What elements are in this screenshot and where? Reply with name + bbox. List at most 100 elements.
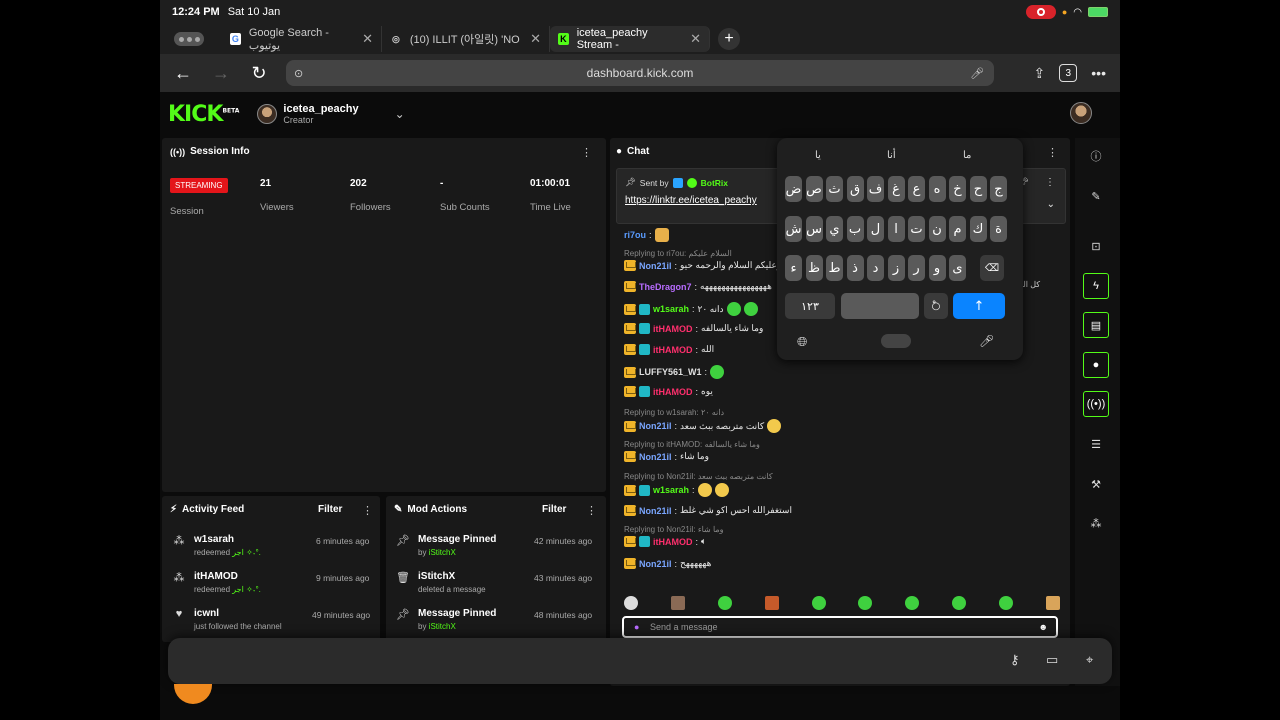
close-tab-icon[interactable]: ✕ — [530, 31, 541, 47]
pinned-link[interactable]: https://linktr.ee/icetea_peachy — [625, 195, 757, 206]
keyboard-key[interactable]: خ — [949, 176, 966, 202]
emoji-icon[interactable]: ☻ — [1039, 622, 1048, 632]
emote-icon[interactable] — [670, 596, 685, 610]
numbers-key[interactable]: ١٢٣ — [785, 293, 835, 319]
user-avatar[interactable] — [1070, 102, 1092, 124]
chat-username[interactable]: w1sarah — [653, 304, 689, 314]
keyboard-key[interactable]: م — [949, 216, 966, 242]
emote-icon[interactable] — [624, 596, 638, 610]
window-menu-button[interactable] — [174, 32, 204, 46]
keyboard-key[interactable]: ة — [990, 216, 1007, 242]
emote-icon[interactable] — [764, 596, 779, 610]
chat-username[interactable]: itHAMOD — [653, 537, 693, 547]
lens-icon[interactable]: ⊙ — [294, 67, 303, 80]
keyboard-key[interactable]: ذ — [846, 255, 864, 281]
lightning-icon[interactable]: ϟ — [1083, 273, 1109, 299]
keyboard-key[interactable]: ش — [785, 216, 802, 242]
globe-icon[interactable]: 🌐︎ — [797, 334, 807, 350]
keyboard-key[interactable]: ص — [805, 176, 823, 202]
mic-icon[interactable]: 🎤︎ — [970, 67, 984, 80]
address-bar[interactable]: ⊙ dashboard.kick.com 🎤︎ — [286, 60, 994, 86]
keyboard-handle[interactable] — [881, 334, 911, 348]
new-tab-button[interactable]: + — [718, 28, 740, 50]
return-key[interactable]: ↑ — [953, 293, 1005, 319]
mod-action-user[interactable]: iStitchX — [429, 622, 456, 631]
keyboard-key[interactable]: ط — [826, 255, 843, 281]
keyboard-key[interactable]: غ — [887, 176, 905, 202]
keyboard-key[interactable]: ر — [908, 255, 925, 281]
back-icon[interactable]: ← — [168, 58, 198, 88]
space-key[interactable] — [841, 293, 919, 319]
emote-icon[interactable] — [999, 596, 1013, 610]
chat-username[interactable]: LUFFY561_W1 — [639, 367, 702, 377]
mic-icon[interactable]: ● — [634, 622, 639, 632]
info-icon[interactable]: ⓘ — [1083, 143, 1109, 169]
broadcast-icon[interactable]: ((•)) — [1083, 391, 1109, 417]
close-tab-icon[interactable]: ✕ — [690, 31, 701, 47]
keyboard-key[interactable]: ح — [969, 176, 987, 202]
more-vertical-icon[interactable]: ⋮ — [362, 504, 373, 517]
keyboard-key[interactable]: ك — [969, 216, 987, 242]
more-vertical-icon[interactable]: ⋮ — [586, 504, 597, 517]
keyboard-key[interactable]: ع — [908, 176, 925, 202]
channel-switcher[interactable]: icetea_peachy Creator ⌄ — [257, 103, 405, 125]
keyboard-key[interactable]: ى — [949, 255, 966, 281]
card-icon[interactable]: ▭ — [1046, 652, 1058, 668]
more-icon[interactable]: ••• — [1091, 65, 1106, 81]
apps-icon[interactable]: ⁂ — [1083, 510, 1109, 536]
chat-username[interactable]: Non21il — [639, 261, 672, 271]
mod-action-user[interactable]: iStitchX — [429, 548, 456, 557]
chat-username[interactable]: Non21il — [639, 452, 672, 462]
feed-user[interactable]: icwnl — [194, 608, 282, 619]
keyboard-key[interactable]: ب — [846, 216, 864, 242]
keyboard-key[interactable]: و — [928, 255, 946, 281]
keyboard-key[interactable]: ث — [826, 176, 843, 202]
keyboard-key[interactable]: ه — [928, 176, 946, 202]
forward-icon[interactable]: → — [206, 58, 236, 88]
filter-button[interactable]: Filter — [542, 504, 566, 515]
keyboard-key[interactable]: ن — [928, 216, 946, 242]
clipboard-icon[interactable]: ▤ — [1083, 312, 1109, 338]
keyboard-key[interactable]: ي — [826, 216, 843, 242]
keyboard-key[interactable]: ض — [785, 176, 802, 202]
feed-user[interactable]: itHAMOD — [194, 571, 261, 582]
close-tab-icon[interactable]: ✕ — [362, 31, 373, 47]
suggestion[interactable]: يا — [815, 150, 821, 161]
tab-count-button[interactable]: 3 — [1059, 64, 1078, 82]
keyboard-key[interactable]: د — [867, 255, 884, 281]
key-icon[interactable]: ⚷ — [1010, 652, 1020, 668]
chat-input[interactable]: ● Send a message ☻ — [622, 616, 1058, 638]
chat-username[interactable]: ri7ou — [624, 230, 646, 240]
kick-logo[interactable]: KICKBETA — [168, 102, 239, 127]
tab-google-search[interactable]: G Google Search - يوتيوب ✕ — [222, 26, 382, 52]
emote-icon[interactable] — [952, 596, 967, 610]
chat-bubble-icon[interactable]: ● — [1083, 352, 1109, 378]
chevron-down-icon[interactable]: ⌄ — [1047, 199, 1055, 210]
share-icon[interactable]: ⇪ — [1034, 65, 1046, 82]
chat-username[interactable]: itHAMOD — [653, 324, 693, 334]
tab-illit[interactable]: ◎ (10) ILLIT (아일릿) 'NOT C ✕ — [382, 26, 550, 52]
chat-username[interactable]: itHAMOD — [653, 387, 693, 397]
emote-icon[interactable] — [811, 596, 826, 610]
wrench-icon[interactable]: ⚒︎ — [1083, 471, 1109, 497]
suggestion[interactable]: ما — [963, 150, 971, 161]
keyboard-key[interactable]: ت — [908, 216, 925, 242]
feed-user[interactable]: w1sarah — [194, 534, 261, 545]
emote-icon[interactable] — [717, 596, 732, 610]
keyboard-key[interactable]: ج — [990, 176, 1007, 202]
keyboard-key[interactable]: ل — [867, 216, 884, 242]
tab-kick-stream[interactable]: K icetea_peachy Stream - ✕ — [550, 26, 710, 52]
keyboard-key[interactable]: ف — [867, 176, 884, 202]
chat-username[interactable]: Non21il — [639, 421, 672, 431]
chevron-down-icon[interactable]: ⌄ — [395, 107, 405, 121]
emote-icon[interactable] — [905, 596, 920, 610]
keyboard-key[interactable]: ظ — [805, 255, 823, 281]
layout-icon[interactable]: ☰ — [1083, 431, 1109, 457]
emote-icon[interactable] — [1045, 596, 1060, 610]
emote-icon[interactable] — [858, 596, 873, 610]
pinned-sender[interactable]: BotRix — [701, 178, 728, 188]
chat-username[interactable]: w1sarah — [653, 485, 689, 495]
reload-icon[interactable]: ↻ — [244, 58, 274, 88]
more-vertical-icon[interactable]: ⋮ — [1045, 177, 1055, 188]
more-vertical-icon[interactable]: ⋮ — [1047, 146, 1058, 159]
